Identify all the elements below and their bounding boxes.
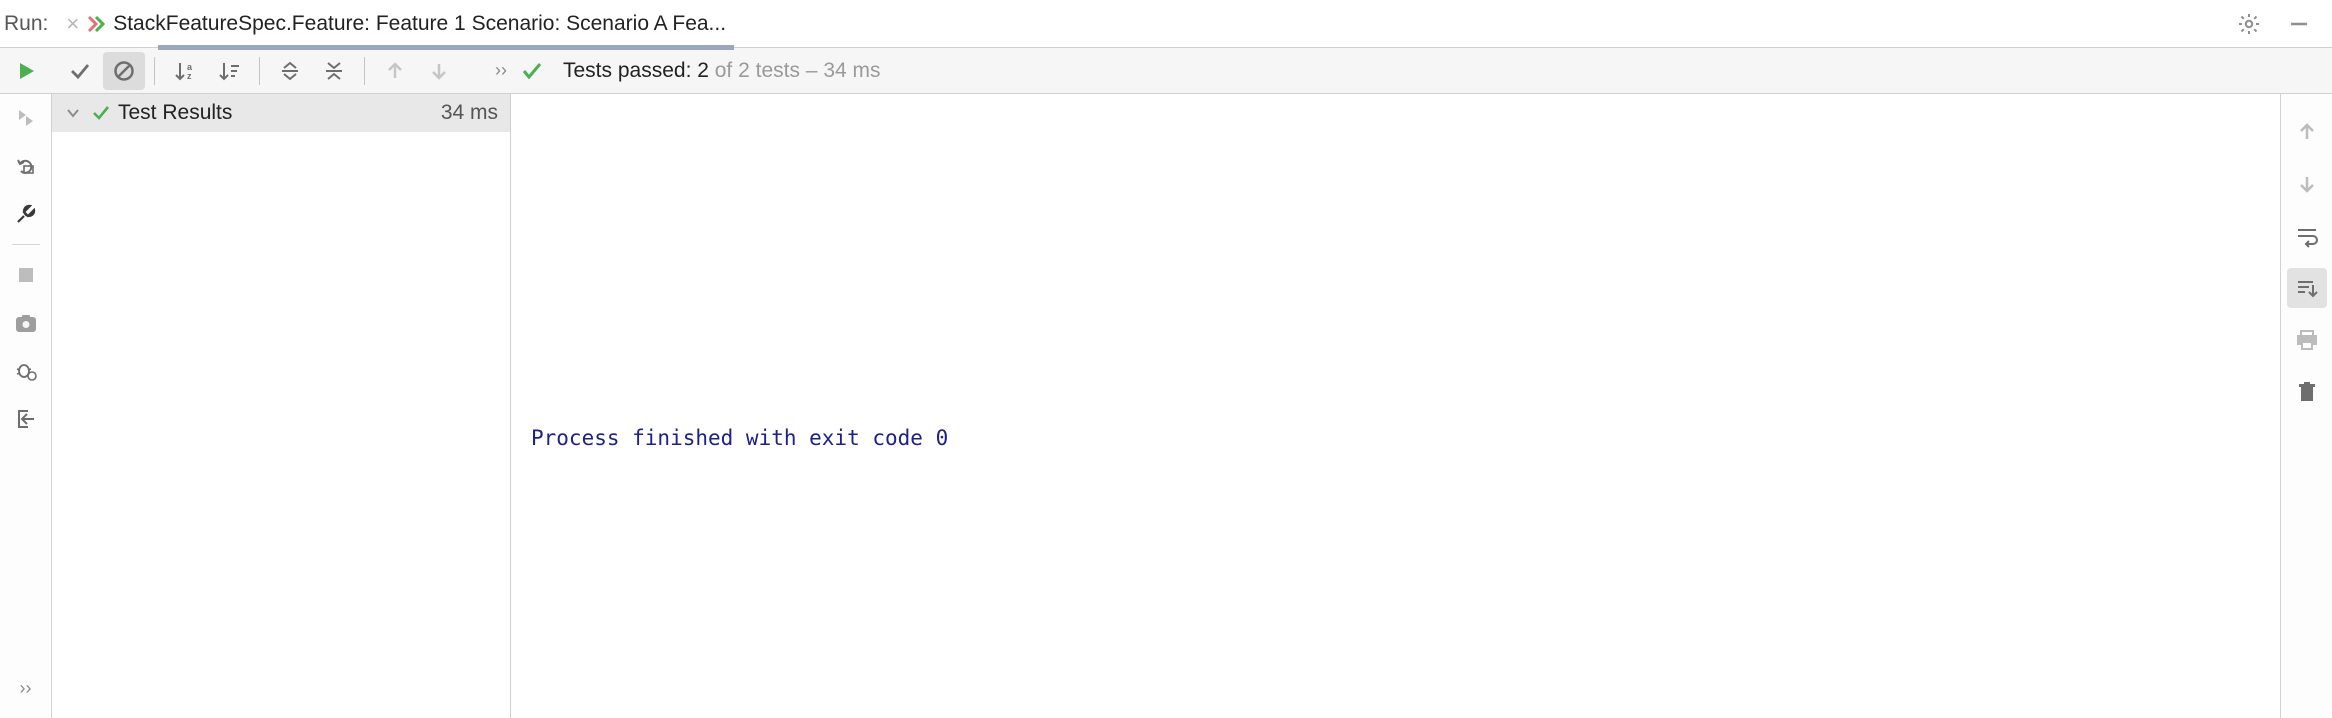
separator <box>12 244 40 245</box>
trash-icon[interactable] <box>2287 372 2327 412</box>
console-line: Process finished with exit code 0 <box>531 426 948 450</box>
expand-toolbar-icon[interactable]: ›› <box>495 60 507 81</box>
test-results-root[interactable]: Test Results 34 ms <box>52 94 510 132</box>
expand-all-icon[interactable] <box>269 52 311 90</box>
sort-alpha-icon[interactable]: a z <box>164 52 206 90</box>
prev-failed-icon[interactable] <box>374 52 416 90</box>
chevron-down-icon[interactable] <box>64 106 82 120</box>
camera-icon[interactable] <box>6 303 46 343</box>
tests-status-check-icon <box>521 60 543 82</box>
svg-text:z: z <box>187 71 192 81</box>
status-of-text: of 2 tests <box>709 59 800 82</box>
collapse-all-icon[interactable] <box>313 52 355 90</box>
status-passed-count: 2 <box>697 59 709 82</box>
test-toolbar: a z <box>0 48 2332 94</box>
tree-root-label: Test Results <box>118 101 441 125</box>
wrench-icon[interactable] <box>6 194 46 234</box>
left-tool-rail: ›› <box>0 94 52 718</box>
separator <box>154 57 155 85</box>
show-ignored-icon[interactable] <box>103 52 145 90</box>
more-icon[interactable]: ›› <box>6 668 46 708</box>
tree-root-time: 34 ms <box>441 101 498 125</box>
run-label: Run: <box>0 12 58 36</box>
show-passed-icon[interactable] <box>59 52 101 90</box>
status-time-sep: – <box>800 59 823 82</box>
status-prefix: Tests passed: <box>563 59 697 82</box>
check-icon <box>92 104 110 122</box>
tab-title: StackFeatureSpec.Feature: Feature 1 Scen… <box>113 12 726 36</box>
header-actions <box>2234 9 2322 39</box>
toggle-auto-test-icon[interactable] <box>6 146 46 186</box>
run-config-tab[interactable]: × StackFeatureSpec.Feature: Feature 1 Sc… <box>58 0 734 47</box>
header-bar: Run: × StackFeatureSpec.Feature: Feature… <box>0 0 2332 48</box>
arrow-up-icon[interactable] <box>2287 112 2327 152</box>
separator <box>259 57 260 85</box>
test-tree-panel: Test Results 34 ms <box>52 94 511 718</box>
scroll-end-icon[interactable] <box>2287 268 2327 308</box>
print-icon[interactable] <box>2287 320 2327 360</box>
arrow-down-icon[interactable] <box>2287 164 2327 204</box>
right-tool-rail <box>2280 94 2332 718</box>
run-icon[interactable] <box>6 51 46 91</box>
status-time: 34 ms <box>823 59 880 82</box>
bug-gear-icon[interactable] <box>6 351 46 391</box>
exit-icon[interactable] <box>6 399 46 439</box>
separator <box>364 57 365 85</box>
soft-wrap-icon[interactable] <box>2287 216 2327 256</box>
spec-file-icon <box>85 13 107 35</box>
stop-icon[interactable] <box>6 255 46 295</box>
tests-status: Tests passed: 2 of 2 tests – 34 ms <box>563 59 881 83</box>
minimize-icon[interactable] <box>2284 9 2314 39</box>
console-output: Process finished with exit code 0 <box>511 94 2280 718</box>
sort-duration-icon[interactable] <box>208 52 250 90</box>
close-icon[interactable]: × <box>66 11 79 37</box>
tab-underline <box>158 45 734 50</box>
rerun-failed-icon[interactable] <box>6 98 46 138</box>
next-failed-icon[interactable] <box>418 52 460 90</box>
gear-icon[interactable] <box>2234 9 2264 39</box>
